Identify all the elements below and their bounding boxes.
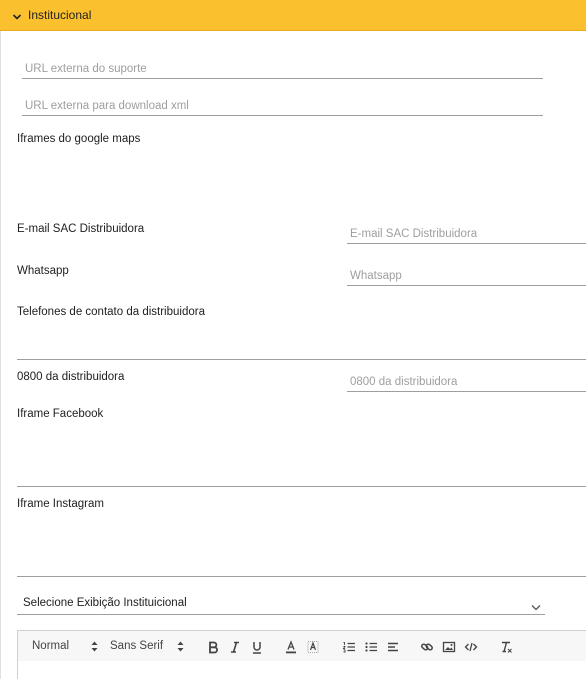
chevron-down-icon [12, 10, 22, 20]
tel-0800-input[interactable] [347, 374, 586, 392]
background-color-icon[interactable] [306, 640, 320, 654]
panel-border [0, 31, 1, 679]
select-value: Selecione Exibição Instituicional [23, 597, 187, 609]
section-title: Institucional [28, 8, 92, 22]
iframe-instagram-textarea[interactable] [17, 515, 586, 577]
section-header-institucional[interactable]: Institucional [0, 0, 586, 31]
url-download-xml-input[interactable] [22, 99, 543, 116]
chevron-down-icon [531, 600, 541, 611]
bold-icon[interactable] [206, 640, 220, 654]
header-picker[interactable]: Normal [32, 640, 98, 652]
underline-icon[interactable] [250, 640, 264, 654]
iframes-google-maps-label: Iframes do google maps [17, 133, 141, 145]
whatsapp-input[interactable] [347, 268, 586, 286]
telefones-label: Telefones de contato da distribuidora [17, 306, 205, 318]
email-sac-input[interactable] [347, 226, 586, 244]
telefones-textarea[interactable] [17, 323, 586, 360]
whatsapp-label: Whatsapp [17, 265, 69, 277]
align-left-icon[interactable] [386, 640, 400, 654]
iframes-google-maps-textarea[interactable] [17, 150, 586, 200]
ordered-list-icon[interactable] [342, 640, 356, 654]
code-block-icon[interactable] [464, 640, 478, 654]
exibicao-institucional-select[interactable]: Selecione Exibição Instituicional [17, 592, 545, 615]
text-color-icon[interactable] [284, 640, 298, 654]
editor-content-area[interactable] [17, 661, 586, 679]
editor-toolbar: Normal Sans Serif [17, 630, 586, 662]
clear-formatting-icon[interactable] [499, 640, 513, 654]
up-down-arrows-icon [91, 641, 98, 652]
italic-icon[interactable] [228, 640, 242, 654]
bullet-list-icon[interactable] [364, 640, 378, 654]
iframe-facebook-label: Iframe Facebook [17, 408, 104, 420]
image-icon[interactable] [442, 640, 456, 654]
link-icon[interactable] [420, 640, 434, 654]
url-suporte-input[interactable] [22, 62, 543, 79]
header-picker-label: Normal [32, 640, 70, 652]
font-picker[interactable]: Sans Serif [110, 640, 184, 652]
up-down-arrows-icon [177, 641, 184, 652]
tel-0800-label: 0800 da distribuidora [17, 371, 125, 383]
iframe-facebook-textarea[interactable] [17, 425, 586, 487]
font-picker-label: Sans Serif [110, 640, 164, 652]
email-sac-label: E-mail SAC Distribuidora [17, 223, 145, 235]
iframe-instagram-label: Iframe Instagram [17, 498, 104, 510]
